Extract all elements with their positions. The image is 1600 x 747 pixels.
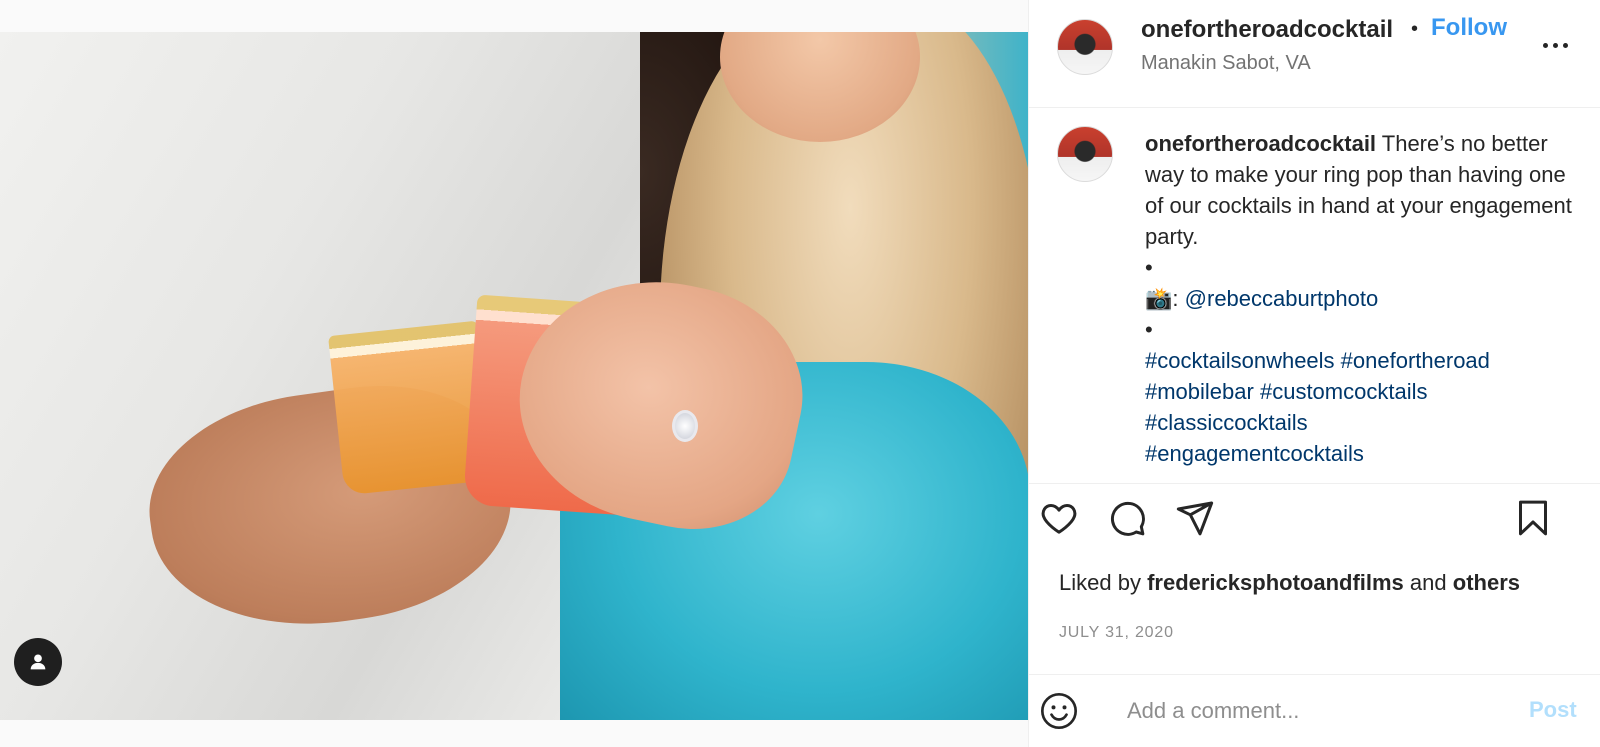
caption-body: onefortheroadcocktail There’s no better … bbox=[1145, 128, 1585, 252]
hashtag-link[interactable]: #classiccocktails bbox=[1145, 410, 1308, 435]
save-button[interactable] bbox=[1511, 496, 1555, 540]
comment-bar: Post bbox=[1029, 674, 1600, 747]
post-username[interactable]: onefortheroadcocktail bbox=[1141, 16, 1393, 44]
share-button[interactable] bbox=[1173, 496, 1217, 540]
hashtag-link[interactable]: #cocktailsonwheels bbox=[1145, 348, 1335, 373]
hashtag-link[interactable]: #mobilebar bbox=[1145, 379, 1254, 404]
hashtag-link[interactable]: #customcocktails bbox=[1260, 379, 1428, 404]
likes-summary: Liked by fredericksphotoandfilms and oth… bbox=[1059, 570, 1520, 596]
comment-input[interactable] bbox=[1127, 689, 1507, 733]
user-icon bbox=[30, 654, 46, 670]
comment-icon bbox=[1110, 501, 1145, 536]
photo-ring bbox=[672, 410, 698, 442]
avatar[interactable] bbox=[1057, 19, 1113, 75]
hashtag-line: #engagementcocktails bbox=[1145, 438, 1585, 469]
caption-credit-line: 📸: @rebeccaburtphoto bbox=[1145, 283, 1585, 314]
post-comment-button[interactable]: Post bbox=[1529, 697, 1577, 723]
more-options-button[interactable] bbox=[1535, 30, 1575, 60]
comment-button[interactable] bbox=[1105, 496, 1149, 540]
tagged-users-button[interactable] bbox=[14, 638, 62, 686]
caption-bullet: • bbox=[1145, 317, 1153, 342]
more-dot-icon bbox=[1562, 42, 1568, 48]
caption-avatar[interactable] bbox=[1057, 126, 1113, 182]
post-photo[interactable] bbox=[0, 32, 1028, 720]
likes-others-link[interactable]: others bbox=[1453, 570, 1520, 595]
emoji-icon bbox=[1041, 693, 1077, 729]
like-button[interactable] bbox=[1037, 496, 1081, 540]
more-dot-icon bbox=[1552, 42, 1558, 48]
hashtag-line: #cocktailsonwheels #onefortheroad bbox=[1145, 345, 1585, 376]
follow-button[interactable]: Follow bbox=[1431, 14, 1507, 42]
bookmark-icon bbox=[1519, 500, 1547, 536]
header-separator: • bbox=[1411, 18, 1419, 40]
post-side-panel: onefortheroadcocktail • Follow Manakin S… bbox=[1028, 0, 1600, 747]
likes-and: and bbox=[1409, 570, 1447, 595]
hashtag-link[interactable]: #engagementcocktails bbox=[1145, 441, 1364, 466]
action-bar bbox=[1029, 484, 1600, 554]
hashtag-line: #classiccocktails bbox=[1145, 407, 1585, 438]
post-header: onefortheroadcocktail • Follow Manakin S… bbox=[1029, 0, 1600, 108]
photo-credit-link[interactable]: @rebeccaburtphoto bbox=[1185, 286, 1379, 311]
post-location[interactable]: Manakin Sabot, VA bbox=[1141, 52, 1311, 75]
post-caption: onefortheroadcocktail There’s no better … bbox=[1145, 128, 1585, 469]
caption-bullet: • bbox=[1145, 255, 1153, 280]
post-date[interactable]: JULY 31, 2020 bbox=[1059, 624, 1174, 642]
hashtag-line: #mobilebar #customcocktails bbox=[1145, 376, 1585, 407]
likes-user-link[interactable]: fredericksphotoandfilms bbox=[1147, 570, 1404, 595]
share-icon bbox=[1176, 501, 1214, 536]
heart-icon bbox=[1041, 504, 1077, 534]
hashtag-link[interactable]: #onefortheroad bbox=[1341, 348, 1490, 373]
caption-username[interactable]: onefortheroadcocktail bbox=[1145, 131, 1376, 156]
likes-prefix: Liked by bbox=[1059, 570, 1141, 595]
caption-area: onefortheroadcocktail There’s no better … bbox=[1029, 108, 1600, 484]
more-dot-icon bbox=[1542, 42, 1548, 48]
post-media bbox=[0, 0, 1028, 747]
camera-emoji-icon: 📸 bbox=[1145, 286, 1173, 311]
credit-separator: : bbox=[1172, 286, 1179, 311]
emoji-button[interactable] bbox=[1037, 689, 1081, 733]
